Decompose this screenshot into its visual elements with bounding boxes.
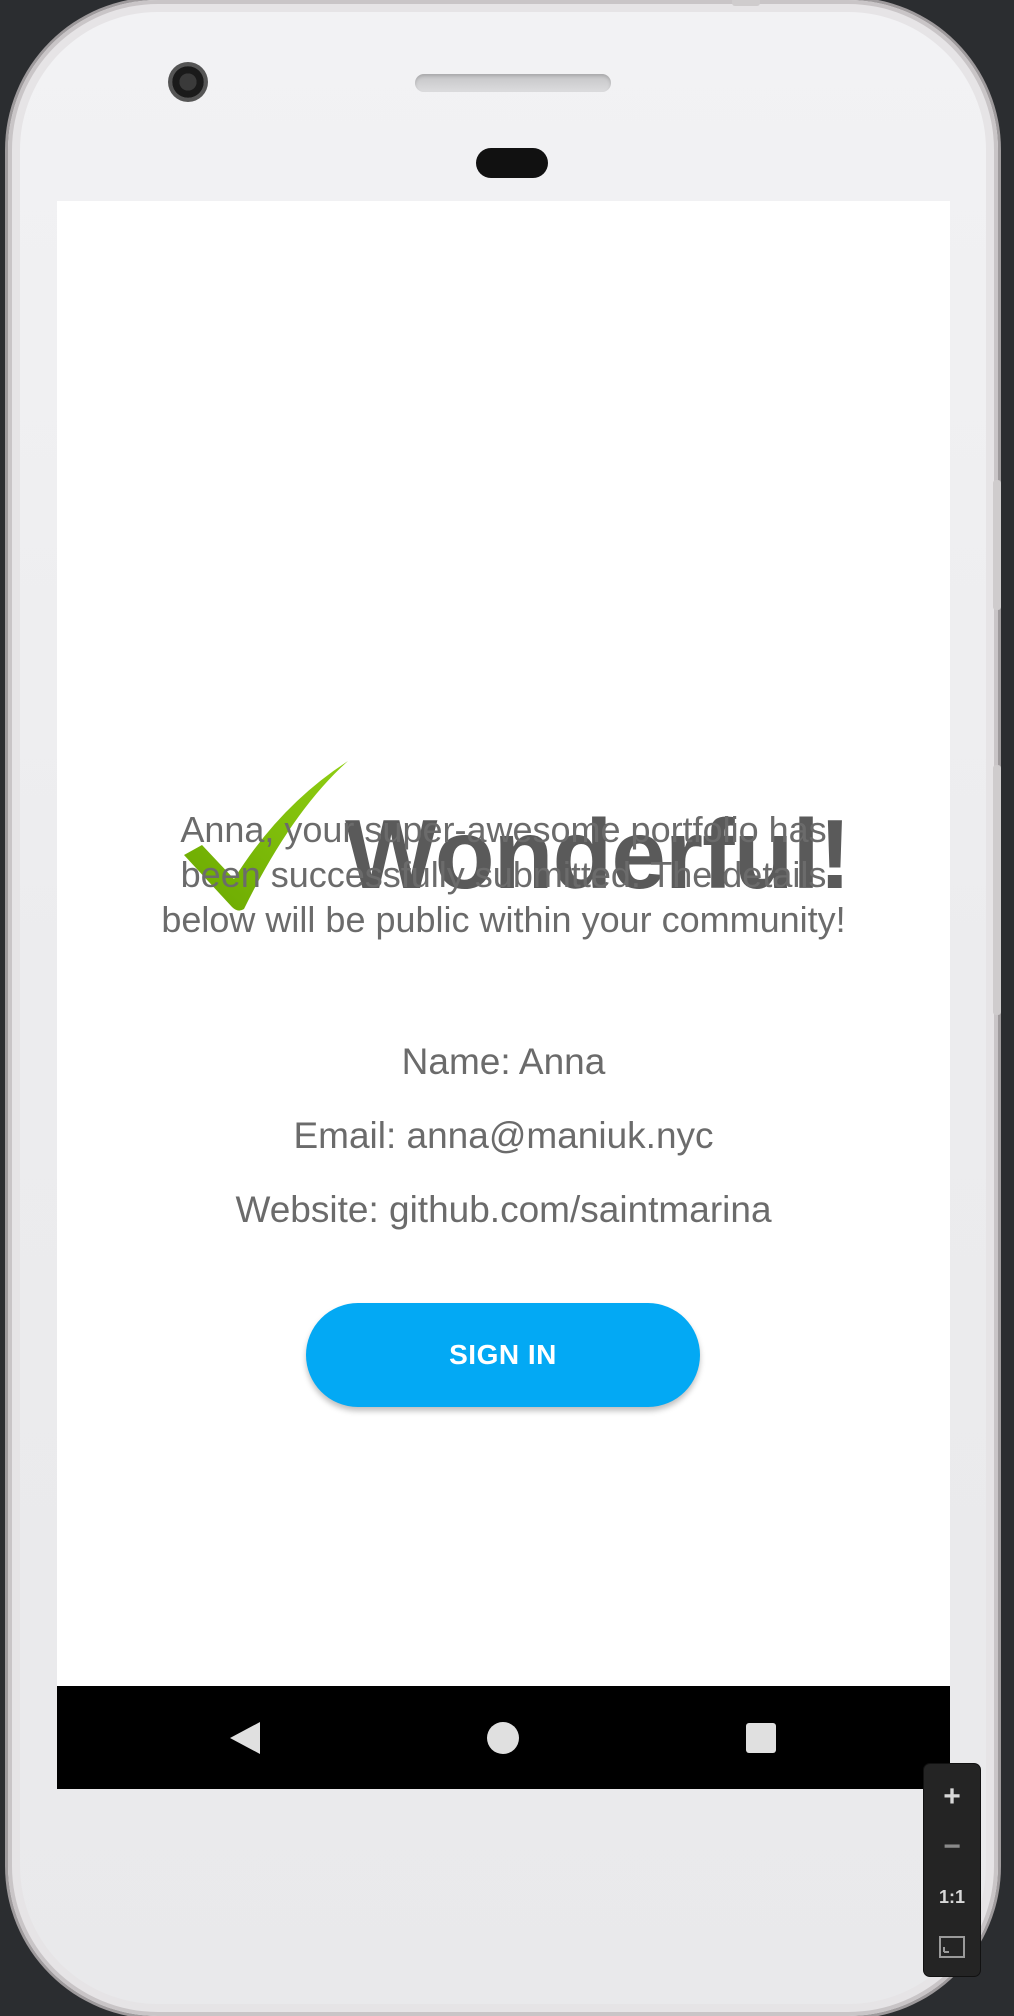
detail-name: Name: Anna xyxy=(401,1041,606,1082)
zoom-in-button[interactable]: + xyxy=(924,1772,980,1822)
sign-in-button[interactable]: SIGN IN xyxy=(306,1303,700,1407)
actual-size-button[interactable]: 1:1 xyxy=(924,1872,980,1922)
nav-recents-button[interactable] xyxy=(701,1686,821,1789)
top-button xyxy=(732,0,760,6)
home-circle-icon xyxy=(487,1721,519,1754)
fit-screen-button[interactable] xyxy=(924,1922,980,1972)
front-camera xyxy=(168,62,208,102)
detail-email: Email: anna@maniuk.nyc xyxy=(293,1115,714,1156)
fit-screen-icon xyxy=(939,1936,965,1958)
recents-square-icon xyxy=(746,1722,776,1753)
back-triangle-icon xyxy=(230,1721,260,1754)
power-button xyxy=(993,480,1001,610)
zoom-out-button[interactable]: − xyxy=(924,1822,980,1872)
submission-message: Anna, your super-awesome portfolio has b… xyxy=(161,809,846,940)
android-nav-bar xyxy=(57,1686,950,1789)
detail-website: Website: github.com/saintmarina xyxy=(235,1189,772,1230)
nav-back-button[interactable] xyxy=(184,1686,304,1789)
proximity-sensor xyxy=(476,148,548,178)
emulator-zoom-controls: + − 1:1 xyxy=(924,1764,980,1976)
earpiece-speaker xyxy=(415,74,611,92)
nav-home-button[interactable] xyxy=(443,1686,563,1789)
volume-button xyxy=(993,765,1001,1015)
app-screen: Wonderful! Anna, your super-awesome port… xyxy=(57,201,950,1687)
